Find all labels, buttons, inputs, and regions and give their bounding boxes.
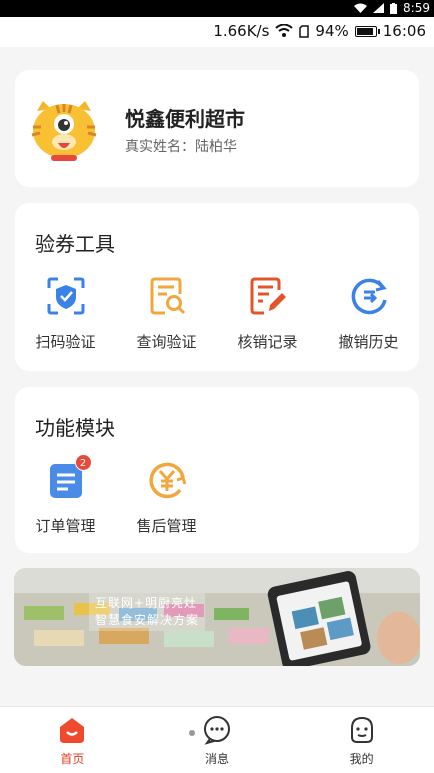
tab-mine-label: 我的: [349, 752, 374, 766]
order-management-label: 订单管理: [35, 517, 96, 535]
edit-record-icon: [250, 277, 286, 315]
order-management-button[interactable]: 2 订单管理: [15, 454, 116, 536]
battery-percent: 94%: [315, 22, 349, 40]
banner-text: 互联网+明厨亮灶 智慧食安解决方案: [89, 593, 206, 631]
sim-card-icon: [299, 24, 310, 38]
banner-line2: 智慧食安解决方案: [95, 613, 200, 627]
after-sale-management-label: 售后管理: [136, 517, 197, 535]
function-modules-card: 功能模块 2 订单管理 售后管理: [15, 387, 419, 553]
battery-small-icon: [390, 2, 398, 14]
profile-card[interactable]: 悦鑫便利超市 真实姓名：陆柏华: [15, 70, 419, 187]
query-verify-label: 查询验证: [136, 333, 197, 351]
revoke-history-label: 撤销历史: [338, 333, 399, 351]
banner-line1: 互联网+明厨亮灶: [95, 596, 198, 610]
profile-icon: [350, 716, 373, 743]
tab-home[interactable]: 首页: [0, 707, 145, 773]
tab-home-label: 首页: [60, 752, 85, 766]
signal-icon: [373, 3, 385, 13]
revoke-history-icon: [351, 278, 387, 315]
top-clock: 8:59: [403, 1, 430, 15]
message-icon: [204, 716, 230, 745]
coupon-tools-card: 验券工具 扫码验证 查询验证 核销记录 撤销历史: [15, 203, 419, 371]
tab-messages-label: 消息: [205, 752, 230, 766]
status-bar: 1.66K/s 94% 16:06: [0, 17, 434, 47]
scan-verify-label: 扫码验证: [35, 333, 96, 351]
bottom-tab-bar: 首页 消息 我的: [0, 706, 434, 773]
real-name: 真实姓名：陆柏华: [125, 139, 237, 155]
battery-icon: [354, 25, 380, 37]
shop-name: 悦鑫便利超市: [125, 107, 245, 131]
search-document-icon: [150, 277, 185, 315]
network-speed: 1.66K/s: [213, 22, 270, 40]
section-title-tools: 验券工具: [35, 232, 115, 256]
scan-verify-button[interactable]: 扫码验证: [15, 276, 116, 352]
after-sale-management-button[interactable]: 售后管理: [116, 460, 217, 536]
scan-shield-icon: [47, 277, 84, 315]
order-icon-wrapper: 2: [46, 454, 92, 500]
revoke-history-button[interactable]: 撤销历史: [318, 276, 419, 352]
unread-dot: [188, 730, 195, 736]
after-sale-yen-icon: [148, 462, 186, 499]
home-icon: [60, 718, 85, 743]
clock: 16:06: [382, 22, 426, 40]
verify-records-button[interactable]: 核销记录: [217, 276, 318, 352]
tab-messages[interactable]: 消息: [145, 707, 290, 773]
order-badge: 2: [74, 454, 92, 471]
promo-banner[interactable]: 互联网+明厨亮灶 智慧食安解决方案: [14, 568, 420, 666]
wifi-icon: [354, 3, 368, 13]
section-title-modules: 功能模块: [35, 416, 115, 440]
query-verify-button[interactable]: 查询验证: [116, 276, 217, 352]
canteen-photo: [14, 568, 420, 666]
wifi-icon: [275, 24, 294, 37]
system-top-bar: 8:59: [0, 0, 434, 17]
verify-records-label: 核销记录: [237, 333, 298, 351]
tab-mine[interactable]: 我的: [289, 707, 434, 773]
tiger-avatar-icon: [31, 101, 97, 161]
